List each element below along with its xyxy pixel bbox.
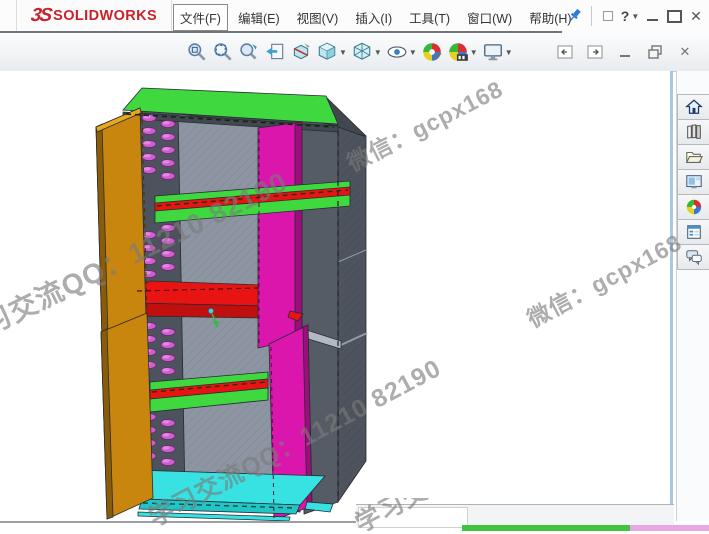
view-orientation-icon [316,41,338,63]
minimize-button[interactable] [641,4,663,28]
view-palette-button[interactable] [677,169,709,195]
menu-edit[interactable]: 编辑(E) [231,4,287,31]
menu-window[interactable]: 窗口(W) [460,4,519,31]
beachball-icon [685,198,703,216]
left-lower-door [101,313,153,519]
zoom-to-area-button[interactable] [210,39,236,65]
view-palette-icon [685,173,703,191]
section-view-icon [290,41,312,63]
forum-icon [685,248,703,266]
zoom-to-fit-icon [186,41,208,63]
file-explorer-button[interactable] [677,144,709,170]
doc-minimize-button[interactable] [615,43,635,61]
menu-tools[interactable]: 工具(T) [402,4,457,31]
apply-scene-icon [447,41,469,63]
solidworks-forum-button[interactable] [677,244,709,270]
view-toolbar: ▼ ▼ ▼ [0,33,709,72]
previous-view-button[interactable] [262,39,288,65]
menu-insert[interactable]: 插入(I) [348,4,399,31]
toolbar-options-icon[interactable] [597,4,619,28]
books-icon [685,123,703,141]
zoom-to-area-icon [212,41,234,63]
help-button[interactable]: ? ▼ [619,4,641,28]
next-window-button[interactable] [585,43,605,61]
appearances-scenes-button[interactable] [677,194,709,220]
chevron-down-icon: ▼ [339,48,347,57]
graphics-area[interactable] [0,71,673,521]
view-settings-button[interactable]: ▼ [480,39,515,65]
document-window-controls: ✕ [555,43,695,61]
design-library-button[interactable] [677,119,709,145]
menu-file[interactable]: 文件(F) [173,4,228,31]
window-bottom-edge [0,521,356,523]
right-upper-door-edge [295,122,302,340]
solidworks-logo-mark: 3S [29,5,51,27]
beachball-icon [421,41,443,63]
pushpin-icon[interactable] [564,4,586,28]
apply-scene-button[interactable]: ▼ [445,39,480,65]
chevron-down-icon: ▼ [374,48,382,57]
doc-restore-button[interactable] [645,43,665,61]
menu-view[interactable]: 视图(V) [290,4,346,31]
red-shelf-top [133,281,266,306]
monitor-icon [482,41,504,63]
red-shelf-front [130,303,266,318]
zoom-to-fit-button[interactable] [184,39,210,65]
edit-appearance-button[interactable] [419,39,445,65]
folder-icon [685,148,703,166]
maximize-button[interactable] [663,4,685,28]
help-label: ? [621,8,630,24]
chevron-down-icon: ▼ [505,48,513,57]
close-button[interactable]: ✕ [685,4,707,28]
cabinet-3d-model[interactable] [0,71,670,521]
solidworks-logo: 3S SOLIDWORKS [16,0,172,31]
menu-items: 文件(F) 编辑(E) 视图(V) 插入(I) 工具(T) 窗口(W) 帮助(H… [173,4,579,31]
display-style-icon [351,41,373,63]
home-icon [685,98,703,116]
chevron-down-icon: ▼ [470,48,478,57]
zoom-in-out-button[interactable] [236,39,262,65]
previous-view-icon [264,41,286,63]
left-upper-door [96,108,146,338]
bottom-strip-pink [630,525,709,531]
form-icon [685,223,703,241]
solidworks-resources-button[interactable] [677,94,709,120]
hide-show-items-button[interactable]: ▼ [384,39,419,65]
bottom-strip-green [462,525,630,531]
task-pane [676,71,709,521]
zoom-in-out-icon [238,41,260,63]
previous-window-button[interactable] [555,43,575,61]
chevron-down-icon: ▼ [631,12,639,21]
menu-bar: 3S SOLIDWORKS 文件(F) 编辑(E) 视图(V) 插入(I) 工具… [0,0,709,33]
custom-properties-button[interactable] [677,219,709,245]
base-panel [134,470,333,521]
eye-icon [386,41,408,63]
section-view-button[interactable] [288,39,314,65]
view-orientation-button[interactable]: ▼ [314,39,349,65]
display-style-button[interactable]: ▼ [349,39,384,65]
menubar-separator [591,6,592,26]
doc-close-button[interactable]: ✕ [675,43,695,61]
chevron-down-icon: ▼ [409,48,417,57]
solidworks-logo-text: SOLIDWORKS [53,8,157,24]
status-box [358,507,468,528]
